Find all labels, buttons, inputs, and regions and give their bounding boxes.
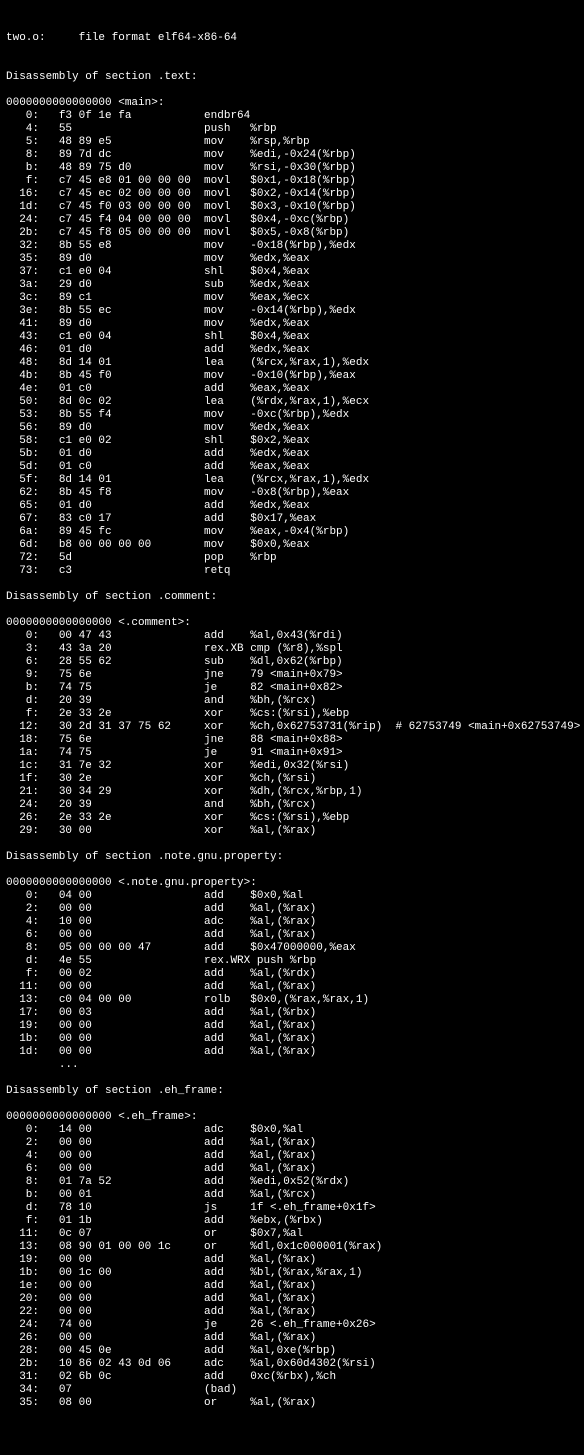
disassembly-output: two.o: file format elf64-x86-64 Disassem… bbox=[6, 32, 578, 1410]
